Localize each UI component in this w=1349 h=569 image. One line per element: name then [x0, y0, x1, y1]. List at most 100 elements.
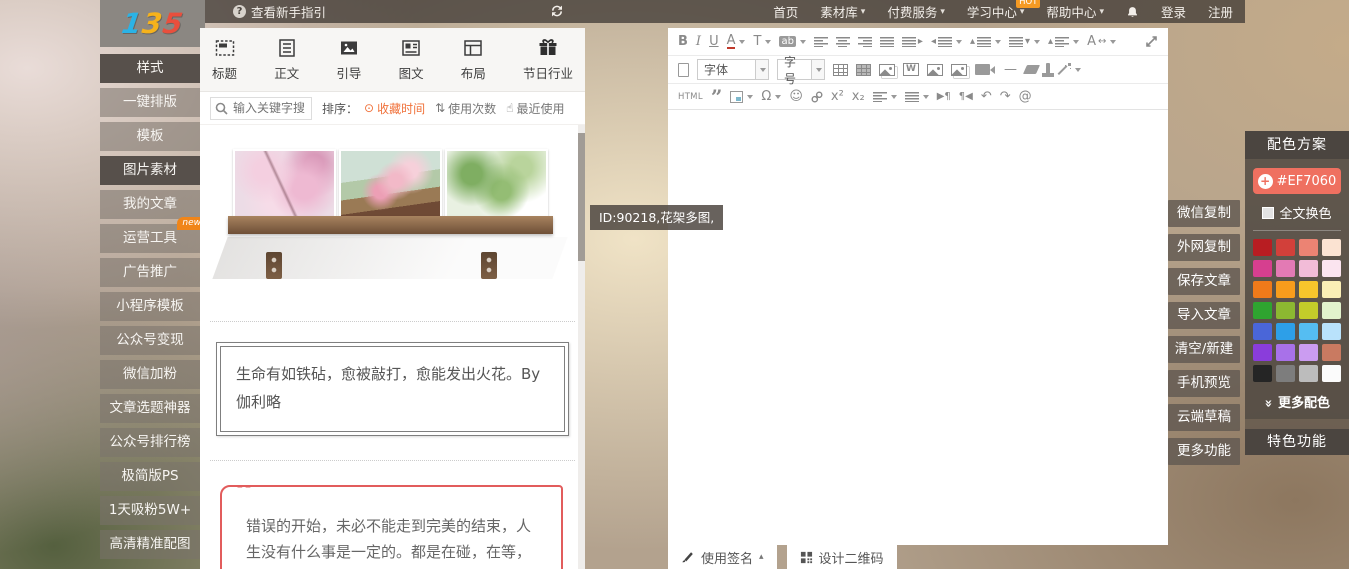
insert-table-icon[interactable] [833, 63, 848, 76]
action-button[interactable]: 手机预览 [1168, 370, 1240, 397]
margin-top-button[interactable]: ▴ [970, 36, 1002, 47]
scrollbar-thumb[interactable] [578, 133, 585, 261]
checkbox-icon[interactable] [1262, 206, 1275, 219]
tab-imagetext[interactable]: 图文 [399, 28, 424, 91]
font-size-select[interactable]: 字号 [777, 55, 825, 86]
blockquote-button[interactable]: ” [711, 87, 723, 107]
color-swatch[interactable] [1322, 323, 1341, 340]
color-swatch[interactable] [1276, 302, 1295, 319]
sidebar-item[interactable]: 文章选题神器 [100, 394, 200, 423]
redo-button[interactable]: ↷ [1000, 89, 1011, 104]
sidebar-item[interactable]: 微信加粉 [100, 360, 200, 389]
nav-item[interactable]: 素材库 ▾ [820, 2, 865, 21]
color-swatch[interactable] [1276, 281, 1295, 298]
sidebar-item[interactable]: 一键排版 [100, 88, 200, 117]
align-left-button[interactable] [813, 36, 828, 47]
underline-button[interactable]: U [709, 34, 719, 49]
sidebar-item[interactable]: 小程序模板 [100, 292, 200, 321]
bold-button[interactable]: B [678, 34, 688, 49]
color-swatch[interactable] [1322, 365, 1341, 382]
sidebar-item[interactable]: 样式 [100, 54, 200, 83]
insert-video-icon[interactable] [974, 64, 995, 75]
color-swatch[interactable] [1253, 260, 1272, 277]
color-swatch[interactable] [1299, 323, 1318, 340]
sidebar-item[interactable]: 图片素材 [100, 156, 200, 185]
color-swatch[interactable] [1299, 302, 1318, 319]
outdent-button[interactable]: ◂ [931, 36, 962, 47]
sidebar-item[interactable]: 公众号排行榜 [100, 428, 200, 457]
align-center-button[interactable] [835, 36, 850, 47]
color-swatch[interactable] [1322, 281, 1341, 298]
login-link[interactable]: 登录 [1161, 2, 1186, 21]
sidebar-item[interactable]: 公众号变现 [100, 326, 200, 355]
action-button[interactable]: 云端草稿 [1168, 404, 1240, 431]
image-gallery-icon[interactable] [950, 63, 967, 76]
clear-format-icon[interactable] [1041, 63, 1054, 77]
image-upload-icon[interactable] [879, 63, 895, 76]
material-item-framed-quote[interactable]: 生命有如铁砧，愈被敲打，愈能发出火花。By伽利略 [216, 342, 569, 436]
sidebar-item[interactable]: 高清精准配图 [100, 530, 200, 559]
letter-spacing-button[interactable]: A ↔ [1087, 34, 1117, 49]
recolor-all-toggle[interactable]: 全文换色 [1253, 203, 1341, 222]
color-swatch[interactable] [1276, 239, 1295, 256]
sidebar-item[interactable]: 运营工具 new [100, 217, 206, 253]
color-swatch[interactable] [1253, 344, 1272, 361]
tab-layout[interactable]: 布局 [461, 28, 486, 91]
new-document-icon[interactable] [678, 62, 689, 77]
magic-wand-icon[interactable] [1058, 63, 1081, 76]
unordered-list-button[interactable] [904, 91, 929, 102]
tab-guide[interactable]: 引导 [336, 28, 361, 91]
featured-functions-button[interactable]: 特色功能 [1245, 429, 1349, 455]
editor-content-area[interactable] [668, 110, 1168, 543]
sort-option[interactable]: ⊙ 收藏时间 [364, 100, 425, 117]
color-swatch[interactable] [1276, 365, 1295, 382]
color-swatch[interactable] [1276, 323, 1295, 340]
action-button[interactable]: 更多功能 [1168, 438, 1240, 465]
superscript-button[interactable]: x² [831, 89, 844, 104]
action-button[interactable]: 导入文章 [1168, 302, 1240, 329]
action-button[interactable]: 外网复制 [1168, 234, 1240, 261]
qrcode-design-tab[interactable]: 设计二维码 [786, 545, 897, 569]
html-source-button[interactable]: HTML [678, 92, 703, 102]
insert-image-icon[interactable] [926, 63, 943, 76]
sidebar-item[interactable]: 极简版PS [100, 462, 200, 491]
undo-button[interactable]: ↶ [981, 89, 992, 104]
eraser-icon[interactable] [1022, 65, 1040, 74]
horizontal-rule-icon[interactable]: — [1004, 62, 1017, 77]
font-color-button[interactable]: A [726, 34, 746, 49]
sidebar-item[interactable]: 广告推广 [100, 258, 200, 287]
ltr-paragraph-button[interactable]: ▶¶ [937, 91, 951, 102]
signature-tab[interactable]: 使用签名 ▴ [668, 545, 777, 569]
material-item-flower-shelf[interactable] [212, 149, 568, 297]
color-swatch[interactable] [1322, 260, 1341, 277]
action-button[interactable]: 清空/新建 [1168, 336, 1240, 363]
color-swatch[interactable] [1322, 239, 1341, 256]
color-swatch[interactable] [1322, 344, 1341, 361]
refresh-icon[interactable] [550, 4, 564, 18]
line-height-button[interactable]: ▴ [1048, 36, 1080, 47]
color-swatch[interactable] [1276, 344, 1295, 361]
highlight-button[interactable]: ab [779, 36, 806, 47]
insert-link-icon[interactable] [811, 91, 823, 103]
color-swatch[interactable] [1299, 344, 1318, 361]
nav-item[interactable]: 帮助中心 ▾ [1046, 2, 1104, 21]
current-color-button[interactable]: + #EF7060 [1253, 168, 1341, 194]
color-swatch[interactable] [1253, 365, 1272, 382]
color-swatch[interactable] [1299, 239, 1318, 256]
sidebar-item[interactable]: 模板 [100, 122, 200, 151]
italic-button[interactable]: I [696, 34, 701, 49]
indent-button[interactable]: ▸ [901, 36, 923, 47]
tab-festival[interactable]: 节日行业 [523, 28, 573, 91]
font-family-select[interactable]: 字体 [697, 59, 769, 80]
word-import-icon[interactable]: W [903, 63, 919, 76]
action-button[interactable]: 微信复制 [1168, 200, 1240, 227]
color-swatch[interactable] [1253, 323, 1272, 340]
color-swatch[interactable] [1253, 239, 1272, 256]
color-swatch[interactable] [1322, 302, 1341, 319]
notification-bell-icon[interactable] [1126, 5, 1139, 19]
scrollbar-track[interactable] [578, 125, 585, 569]
more-colors-button[interactable]: » 更多配色 [1253, 392, 1341, 411]
subscript-button[interactable]: x₂ [852, 89, 865, 104]
background-color-button[interactable] [730, 90, 754, 103]
sidebar-item[interactable]: 1天吸粉5W+ [100, 496, 200, 525]
